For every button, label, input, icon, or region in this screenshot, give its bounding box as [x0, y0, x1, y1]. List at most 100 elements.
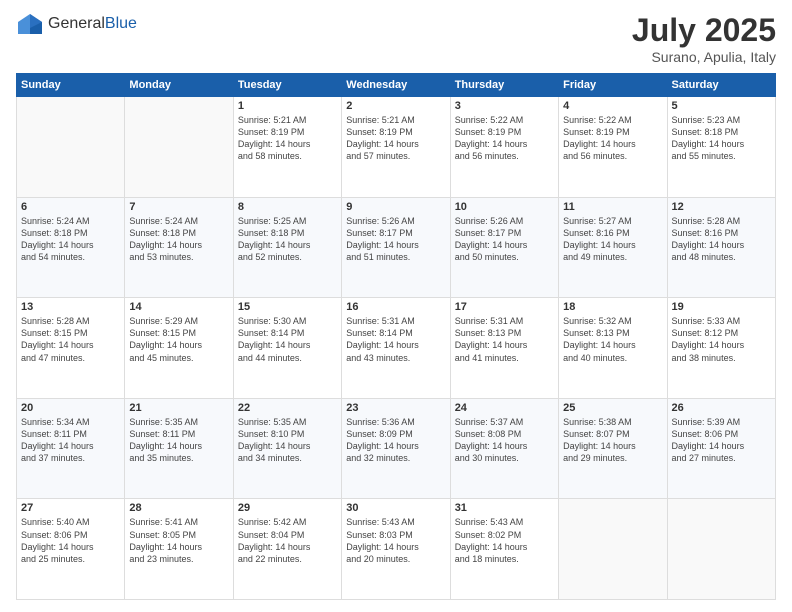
- day-info: Sunrise: 5:24 AM Sunset: 8:18 PM Dayligh…: [129, 215, 228, 264]
- day-cell: 20 Sunrise: 5:34 AM Sunset: 8:11 PM Dayli…: [17, 398, 125, 499]
- day-info: Sunrise: 5:41 AM Sunset: 8:05 PM Dayligh…: [129, 516, 228, 565]
- day-number: 1: [238, 100, 337, 112]
- day-info: Sunrise: 5:42 AM Sunset: 8:04 PM Dayligh…: [238, 516, 337, 565]
- day-info: Sunrise: 5:37 AM Sunset: 8:08 PM Dayligh…: [455, 416, 554, 465]
- day-cell: 27 Sunrise: 5:40 AM Sunset: 8:06 PM Dayli…: [17, 499, 125, 600]
- logo-blue: Blue: [105, 15, 137, 32]
- day-cell: 24 Sunrise: 5:37 AM Sunset: 8:08 PM Dayli…: [450, 398, 558, 499]
- day-info: Sunrise: 5:26 AM Sunset: 8:17 PM Dayligh…: [455, 215, 554, 264]
- day-cell: 17Sunrise: 5:31 AM Sunset: 8:13 PM Dayli…: [450, 298, 558, 399]
- day-info: Sunrise: 5:32 AM Sunset: 8:13 PM Dayligh…: [563, 315, 662, 364]
- calendar-body: 1 Sunrise: 5:21 AM Sunset: 8:19 PM Daylig…: [17, 97, 776, 600]
- day-info: Sunrise: 5:28 AM Sunset: 8:16 PM Dayligh…: [672, 215, 771, 264]
- day-number: 11: [563, 201, 662, 213]
- calendar-header: Sunday Monday Tuesday Wednesday Thursday…: [17, 74, 776, 97]
- day-info: Sunrise: 5:28 AM Sunset: 8:15 PM Dayligh…: [21, 315, 120, 364]
- day-number: 18: [563, 301, 662, 313]
- day-number: 24: [455, 402, 554, 414]
- day-info: Sunrise: 5:40 AM Sunset: 8:06 PM Dayligh…: [21, 516, 120, 565]
- day-number: 17: [455, 301, 554, 313]
- day-number: 21: [129, 402, 228, 414]
- day-cell: [125, 97, 233, 198]
- day-number: 27: [21, 502, 120, 514]
- day-info: Sunrise: 5:35 AM Sunset: 8:10 PM Dayligh…: [238, 416, 337, 465]
- day-info: Sunrise: 5:43 AM Sunset: 8:03 PM Dayligh…: [346, 516, 445, 565]
- day-cell: 5 Sunrise: 5:23 AM Sunset: 8:18 PM Daylig…: [667, 97, 775, 198]
- location-subtitle: Surano, Apulia, Italy: [632, 49, 776, 65]
- day-number: 31: [455, 502, 554, 514]
- day-cell: 9Sunrise: 5:26 AM Sunset: 8:17 PM Daylig…: [342, 197, 450, 298]
- day-cell: 12 Sunrise: 5:28 AM Sunset: 8:16 PM Dayli…: [667, 197, 775, 298]
- day-info: Sunrise: 5:33 AM Sunset: 8:12 PM Dayligh…: [672, 315, 771, 364]
- day-cell: 6Sunrise: 5:24 AM Sunset: 8:18 PM Daylig…: [17, 197, 125, 298]
- day-info: Sunrise: 5:38 AM Sunset: 8:07 PM Dayligh…: [563, 416, 662, 465]
- day-info: Sunrise: 5:35 AM Sunset: 8:11 PM Dayligh…: [129, 416, 228, 465]
- day-cell: 31 Sunrise: 5:43 AM Sunset: 8:02 PM Dayli…: [450, 499, 558, 600]
- day-cell: 8Sunrise: 5:25 AM Sunset: 8:18 PM Daylig…: [233, 197, 341, 298]
- week-row-4: 20 Sunrise: 5:34 AM Sunset: 8:11 PM Dayli…: [17, 398, 776, 499]
- day-info: Sunrise: 5:25 AM Sunset: 8:18 PM Dayligh…: [238, 215, 337, 264]
- day-number: 15: [238, 301, 337, 313]
- day-number: 20: [21, 402, 120, 414]
- day-cell: 25 Sunrise: 5:38 AM Sunset: 8:07 PM Dayli…: [559, 398, 667, 499]
- day-number: 10: [455, 201, 554, 213]
- day-info: Sunrise: 5:27 AM Sunset: 8:16 PM Dayligh…: [563, 215, 662, 264]
- week-row-5: 27 Sunrise: 5:40 AM Sunset: 8:06 PM Dayli…: [17, 499, 776, 600]
- day-cell: 2 Sunrise: 5:21 AM Sunset: 8:19 PM Daylig…: [342, 97, 450, 198]
- day-number: 6: [21, 201, 120, 213]
- day-info: Sunrise: 5:36 AM Sunset: 8:09 PM Dayligh…: [346, 416, 445, 465]
- month-title: July 2025: [632, 12, 776, 49]
- col-thursday: Thursday: [450, 74, 558, 97]
- day-number: 5: [672, 100, 771, 112]
- calendar-table: Sunday Monday Tuesday Wednesday Thursday…: [16, 73, 776, 600]
- header-row: Sunday Monday Tuesday Wednesday Thursday…: [17, 74, 776, 97]
- day-number: 25: [563, 402, 662, 414]
- day-number: 23: [346, 402, 445, 414]
- logo: GeneralBlue: [16, 12, 137, 36]
- day-cell: [667, 499, 775, 600]
- day-number: 26: [672, 402, 771, 414]
- day-cell: 14Sunrise: 5:29 AM Sunset: 8:15 PM Dayli…: [125, 298, 233, 399]
- day-cell: 22 Sunrise: 5:35 AM Sunset: 8:10 PM Dayli…: [233, 398, 341, 499]
- day-info: Sunrise: 5:43 AM Sunset: 8:02 PM Dayligh…: [455, 516, 554, 565]
- logo-general: General: [48, 15, 105, 32]
- day-info: Sunrise: 5:23 AM Sunset: 8:18 PM Dayligh…: [672, 114, 771, 163]
- day-number: 28: [129, 502, 228, 514]
- logo-text: GeneralBlue: [48, 15, 137, 33]
- day-cell: 1Sunrise: 5:21 AM Sunset: 8:19 PM Daylig…: [233, 97, 341, 198]
- day-number: 2: [346, 100, 445, 112]
- day-number: 7: [129, 201, 228, 213]
- day-cell: 28 Sunrise: 5:41 AM Sunset: 8:05 PM Dayli…: [125, 499, 233, 600]
- header: GeneralBlue July 2025 Surano, Apulia, It…: [16, 12, 776, 65]
- day-info: Sunrise: 5:21 AM Sunset: 8:19 PM Dayligh…: [346, 114, 445, 163]
- page: GeneralBlue July 2025 Surano, Apulia, It…: [0, 0, 792, 612]
- day-cell: [559, 499, 667, 600]
- day-info: Sunrise: 5:29 AM Sunset: 8:15 PM Dayligh…: [129, 315, 228, 364]
- day-info: Sunrise: 5:34 AM Sunset: 8:11 PM Dayligh…: [21, 416, 120, 465]
- day-cell: 19 Sunrise: 5:33 AM Sunset: 8:12 PM Dayli…: [667, 298, 775, 399]
- day-number: 12: [672, 201, 771, 213]
- day-cell: [17, 97, 125, 198]
- day-number: 3: [455, 100, 554, 112]
- day-number: 19: [672, 301, 771, 313]
- week-row-2: 6 Sunrise: 5:24 AM Sunset: 8:18 PM Daylig…: [17, 197, 776, 298]
- day-cell: 4Sunrise: 5:22 AM Sunset: 8:19 PM Daylig…: [559, 97, 667, 198]
- day-number: 13: [21, 301, 120, 313]
- week-row-1: 1 Sunrise: 5:21 AM Sunset: 8:19 PM Daylig…: [17, 97, 776, 198]
- day-cell: 16Sunrise: 5:31 AM Sunset: 8:14 PM Dayli…: [342, 298, 450, 399]
- col-wednesday: Wednesday: [342, 74, 450, 97]
- day-info: Sunrise: 5:30 AM Sunset: 8:14 PM Dayligh…: [238, 315, 337, 364]
- col-monday: Monday: [125, 74, 233, 97]
- day-cell: 7 Sunrise: 5:24 AM Sunset: 8:18 PM Daylig…: [125, 197, 233, 298]
- col-friday: Friday: [559, 74, 667, 97]
- day-cell: 29Sunrise: 5:42 AM Sunset: 8:04 PM Dayli…: [233, 499, 341, 600]
- day-info: Sunrise: 5:22 AM Sunset: 8:19 PM Dayligh…: [563, 114, 662, 163]
- day-cell: 13 Sunrise: 5:28 AM Sunset: 8:15 PM Dayli…: [17, 298, 125, 399]
- day-number: 16: [346, 301, 445, 313]
- title-block: July 2025 Surano, Apulia, Italy: [632, 12, 776, 65]
- day-cell: 15 Sunrise: 5:30 AM Sunset: 8:14 PM Dayli…: [233, 298, 341, 399]
- day-number: 22: [238, 402, 337, 414]
- day-cell: 11 Sunrise: 5:27 AM Sunset: 8:16 PM Dayli…: [559, 197, 667, 298]
- week-row-3: 13 Sunrise: 5:28 AM Sunset: 8:15 PM Dayli…: [17, 298, 776, 399]
- col-sunday: Sunday: [17, 74, 125, 97]
